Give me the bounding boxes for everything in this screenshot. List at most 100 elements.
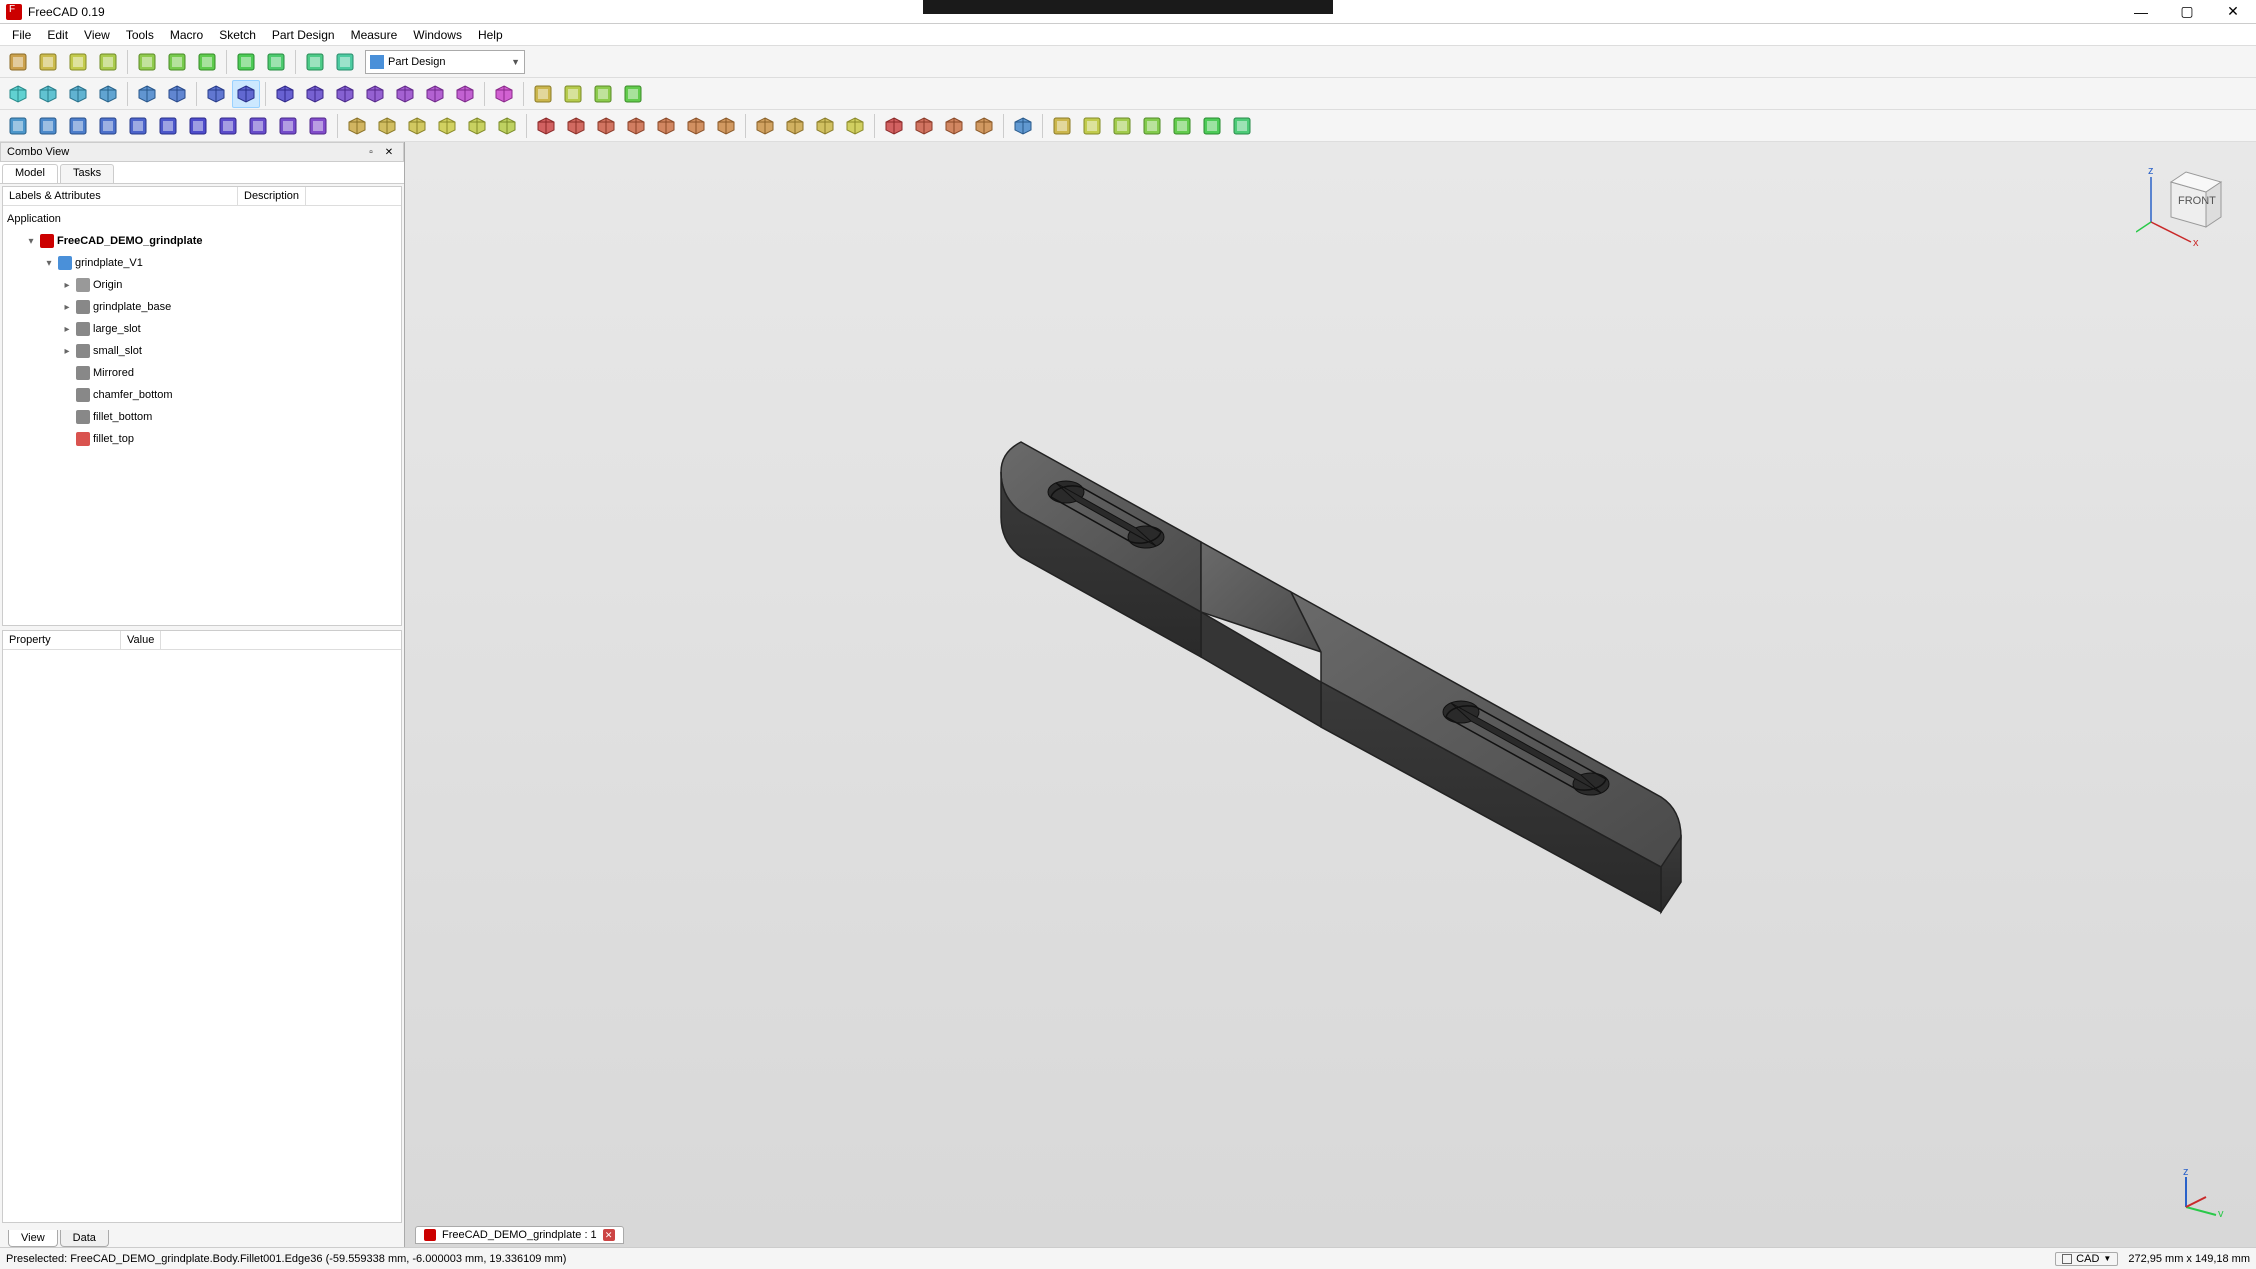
datum-plane-button[interactable]: [184, 112, 212, 140]
datum-line-button[interactable]: [154, 112, 182, 140]
helix-button[interactable]: [463, 112, 491, 140]
tree-expander[interactable]: ▾: [43, 258, 55, 269]
cut-button[interactable]: [133, 48, 161, 76]
meas-refresh-button[interactable]: [1108, 112, 1136, 140]
workbench-selector[interactable]: Part Design▼: [365, 50, 525, 74]
meas-clear-button[interactable]: [1138, 112, 1166, 140]
undo-button[interactable]: [232, 48, 260, 76]
tree-item-small-slot[interactable]: ▸small_slot: [3, 340, 401, 362]
3d-viewport[interactable]: z x FRONT z y FreeCAD_DEMO_grindplate : …: [405, 142, 2256, 1247]
export-button[interactable]: [589, 80, 617, 108]
tree-item-large-slot[interactable]: ▸large_slot: [3, 318, 401, 340]
maximize-button[interactable]: ▢: [2164, 0, 2210, 24]
map-sketch-button[interactable]: [94, 112, 122, 140]
panel-float-button[interactable]: ▫: [363, 145, 379, 159]
nav-style-indicator[interactable]: CAD ▼: [2055, 1252, 2118, 1266]
group-new-button[interactable]: [529, 80, 557, 108]
property-panel[interactable]: Property Value: [2, 630, 402, 1223]
paste-button[interactable]: [193, 48, 221, 76]
nav-fwd-button[interactable]: [163, 80, 191, 108]
tree-item-grindplate-v1[interactable]: ▾grindplate_V1: [3, 252, 401, 274]
loft-button[interactable]: [403, 112, 431, 140]
revolution-button[interactable]: [373, 112, 401, 140]
navigation-cube[interactable]: z x FRONT: [2136, 162, 2226, 252]
document-tab-close[interactable]: ✕: [603, 1229, 615, 1241]
sketch-button[interactable]: [34, 112, 62, 140]
polar-button[interactable]: [811, 112, 839, 140]
combo-tab-model[interactable]: Model: [2, 164, 58, 183]
refresh-button[interactable]: [301, 48, 329, 76]
iso-button[interactable]: [271, 80, 299, 108]
tree-item-fillet-bottom[interactable]: fillet_bottom: [3, 406, 401, 428]
meas-toggle-button[interactable]: [1168, 112, 1196, 140]
rear-button[interactable]: [391, 80, 419, 108]
sub-binder-button[interactable]: [274, 112, 302, 140]
shape-binder-button[interactable]: [244, 112, 272, 140]
tree-item-freecad-demo-grindplate[interactable]: ▾FreeCAD_DEMO_grindplate: [3, 230, 401, 252]
model-tree[interactable]: Labels & Attributes Description Applicat…: [2, 186, 402, 626]
combo-tab-tasks[interactable]: Tasks: [60, 164, 114, 183]
edit-sketch-button[interactable]: [64, 112, 92, 140]
menu-tools[interactable]: Tools: [118, 26, 162, 44]
boolean-button[interactable]: [1009, 112, 1037, 140]
menu-view[interactable]: View: [76, 26, 118, 44]
clone-button[interactable]: [304, 112, 332, 140]
fillet-button[interactable]: [880, 112, 908, 140]
chamfer-button[interactable]: [910, 112, 938, 140]
meas-ang-button[interactable]: [1078, 112, 1106, 140]
tree-header-description[interactable]: Description: [238, 187, 306, 205]
property-header-property[interactable]: Property: [3, 631, 121, 649]
meas-toggle3d-button[interactable]: [1198, 112, 1226, 140]
meas-toggledelta-button[interactable]: [1228, 112, 1256, 140]
pocket-button[interactable]: [532, 112, 560, 140]
groove-button[interactable]: [592, 112, 620, 140]
tree-item-origin[interactable]: ▸Origin: [3, 274, 401, 296]
mirror-button[interactable]: [751, 112, 779, 140]
linear-button[interactable]: [781, 112, 809, 140]
import-button[interactable]: [619, 80, 647, 108]
document-tab[interactable]: FreeCAD_DEMO_grindplate : 1 ✕: [415, 1226, 624, 1244]
panel-close-button[interactable]: ✕: [381, 145, 397, 159]
print-button[interactable]: [94, 48, 122, 76]
draw-style-button[interactable]: [64, 80, 92, 108]
meas-lin-button[interactable]: [1048, 112, 1076, 140]
measure-button[interactable]: [490, 80, 518, 108]
tree-item-mirrored[interactable]: Mirrored: [3, 362, 401, 384]
menu-measure[interactable]: Measure: [343, 26, 406, 44]
front-button[interactable]: [301, 80, 329, 108]
sub-pipe-button[interactable]: [652, 112, 680, 140]
menu-windows[interactable]: Windows: [405, 26, 470, 44]
thickness-button[interactable]: [970, 112, 998, 140]
3d-model-grindplate[interactable]: [961, 392, 1701, 952]
hole-button[interactable]: [562, 112, 590, 140]
right-button[interactable]: [361, 80, 389, 108]
draft-button[interactable]: [940, 112, 968, 140]
tree-expander[interactable]: ▸: [61, 324, 73, 335]
tree-item-fillet-top[interactable]: fillet_top: [3, 428, 401, 450]
sub-helix-button[interactable]: [682, 112, 710, 140]
fit-sel-button[interactable]: [34, 80, 62, 108]
bottom-button[interactable]: [421, 80, 449, 108]
datum-point-button[interactable]: [124, 112, 152, 140]
nav-back-button[interactable]: [133, 80, 161, 108]
close-button[interactable]: ✕: [2210, 0, 2256, 24]
combo-view-header[interactable]: Combo View ▫ ✕: [0, 142, 404, 162]
primitive-sub-button[interactable]: [712, 112, 740, 140]
left-button[interactable]: [451, 80, 479, 108]
multi-button[interactable]: [841, 112, 869, 140]
menu-edit[interactable]: Edit: [39, 26, 76, 44]
tree-application-root[interactable]: Application: [3, 208, 401, 230]
tree-expander[interactable]: ▾: [25, 236, 37, 247]
new-button[interactable]: [4, 48, 32, 76]
group-link-button[interactable]: [559, 80, 587, 108]
pad-button[interactable]: [343, 112, 371, 140]
tree-expander[interactable]: ▸: [61, 302, 73, 313]
tree-item-chamfer-bottom[interactable]: chamfer_bottom: [3, 384, 401, 406]
body-button[interactable]: [4, 112, 32, 140]
menu-file[interactable]: File: [4, 26, 39, 44]
menu-macro[interactable]: Macro: [162, 26, 211, 44]
tree-expander[interactable]: ▸: [61, 280, 73, 291]
datum-cs-button[interactable]: [214, 112, 242, 140]
property-tab-data[interactable]: Data: [60, 1230, 109, 1247]
primitive-add-button[interactable]: [493, 112, 521, 140]
